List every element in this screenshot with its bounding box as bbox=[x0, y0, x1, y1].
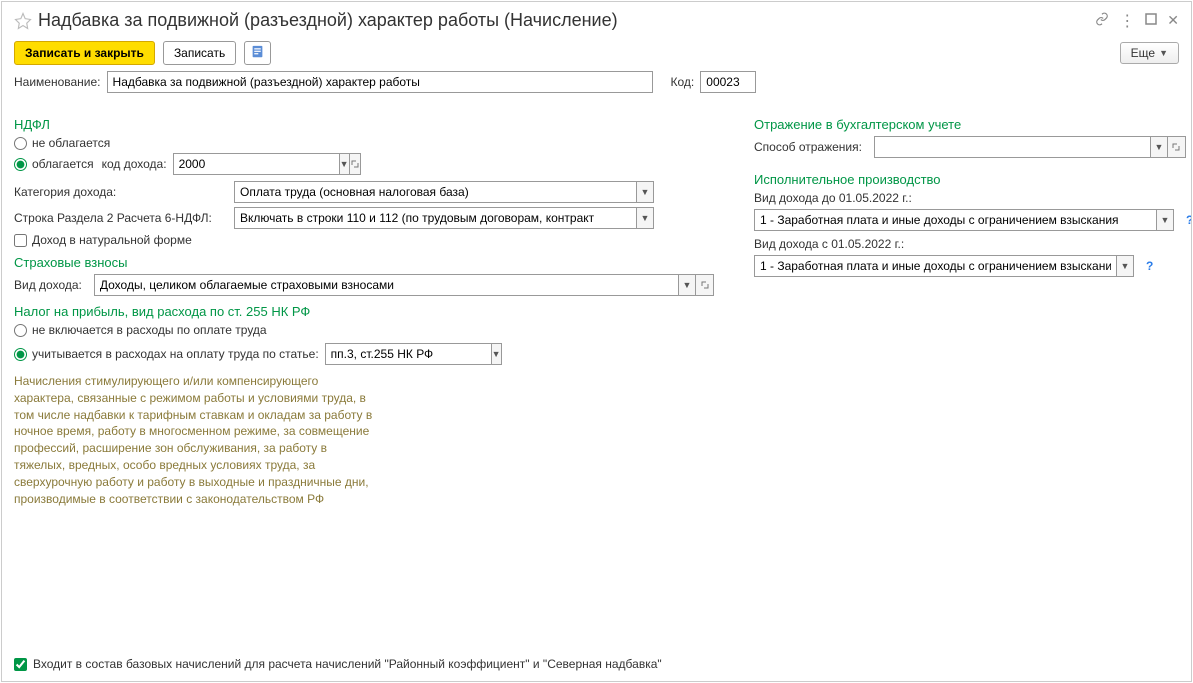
close-icon[interactable]: ✕ bbox=[1167, 12, 1179, 29]
method-open[interactable] bbox=[1168, 136, 1186, 158]
section2-dropdown[interactable]: ▼ bbox=[636, 207, 654, 229]
income-code-dropdown[interactable]: ▼ bbox=[339, 153, 350, 175]
save-button[interactable]: Записать bbox=[163, 41, 236, 65]
ndfl-section-title: НДФЛ bbox=[14, 117, 714, 132]
section2-input[interactable] bbox=[234, 207, 636, 229]
income-type-input[interactable] bbox=[94, 274, 678, 296]
accounting-section-title: Отражение в бухгалтерском учете bbox=[754, 117, 1191, 132]
name-label: Наименование: bbox=[14, 75, 101, 89]
profit-tax-description: Начисления стимулирующего и/или компенси… bbox=[14, 373, 374, 507]
maximize-icon[interactable] bbox=[1145, 13, 1157, 28]
report-button[interactable] bbox=[244, 41, 271, 65]
category-label: Категория дохода: bbox=[14, 185, 222, 199]
method-label: Способ отражения: bbox=[754, 140, 862, 154]
ndfl-not-taxed-radio[interactable] bbox=[14, 137, 27, 150]
attach-icon[interactable] bbox=[1095, 12, 1109, 29]
help-icon[interactable]: ? bbox=[1186, 213, 1191, 227]
base-accrual-checkbox[interactable] bbox=[14, 658, 27, 671]
pt-included-label: учитывается в расходах на оплату труда п… bbox=[32, 347, 319, 361]
code-input[interactable] bbox=[700, 71, 756, 93]
ndfl-taxed-radio[interactable] bbox=[14, 158, 27, 171]
category-dropdown[interactable]: ▼ bbox=[636, 181, 654, 203]
ndfl-taxed-label: облагается bbox=[32, 157, 94, 171]
method-input[interactable] bbox=[874, 136, 1150, 158]
enforcement-section-title: Исполнительное производство bbox=[754, 172, 1191, 187]
income-type-label: Вид дохода: bbox=[14, 278, 82, 292]
enforcement-after-input[interactable] bbox=[754, 255, 1116, 277]
enforcement-before-input[interactable] bbox=[754, 209, 1156, 231]
menu-dots-icon[interactable]: ⋮ bbox=[1119, 11, 1135, 31]
pt-article-input[interactable] bbox=[325, 343, 491, 365]
natural-form-label: Доход в натуральной форме bbox=[32, 233, 192, 247]
income-type-open[interactable] bbox=[696, 274, 714, 296]
category-input[interactable] bbox=[234, 181, 636, 203]
income-code-open[interactable] bbox=[350, 153, 361, 175]
income-type-dropdown[interactable]: ▼ bbox=[678, 274, 696, 296]
enforcement-after-label: Вид дохода с 01.05.2022 г.: bbox=[754, 237, 1191, 251]
pt-article-dropdown[interactable]: ▼ bbox=[491, 343, 502, 365]
more-button[interactable]: Еще ▼ bbox=[1120, 42, 1179, 64]
base-accrual-label: Входит в состав базовых начислений для р… bbox=[33, 657, 662, 671]
enforcement-before-label: Вид дохода до 01.05.2022 г.: bbox=[754, 191, 1191, 205]
name-input[interactable] bbox=[107, 71, 653, 93]
method-dropdown[interactable]: ▼ bbox=[1150, 136, 1168, 158]
help-icon[interactable]: ? bbox=[1146, 259, 1153, 273]
favorite-star-icon[interactable] bbox=[14, 12, 32, 30]
pt-included-radio[interactable] bbox=[14, 348, 27, 361]
income-code-input[interactable] bbox=[173, 153, 339, 175]
save-close-button[interactable]: Записать и закрыть bbox=[14, 41, 155, 65]
window-title: Надбавка за подвижной (разъездной) харак… bbox=[38, 10, 1095, 31]
ndfl-not-taxed-label: не облагается bbox=[32, 136, 110, 150]
income-code-label: код дохода: bbox=[102, 157, 167, 171]
code-label: Код: bbox=[671, 75, 695, 89]
insurance-section-title: Страховые взносы bbox=[14, 255, 714, 270]
enforcement-before-dropdown[interactable]: ▼ bbox=[1156, 209, 1174, 231]
profit-tax-section-title: Налог на прибыль, вид расхода по ст. 255… bbox=[14, 304, 714, 319]
section2-label: Строка Раздела 2 Расчета 6-НДФЛ: bbox=[14, 211, 222, 225]
pt-not-included-radio[interactable] bbox=[14, 324, 27, 337]
natural-form-checkbox[interactable] bbox=[14, 234, 27, 247]
enforcement-after-dropdown[interactable]: ▼ bbox=[1116, 255, 1134, 277]
chevron-down-icon: ▼ bbox=[1159, 48, 1168, 58]
pt-not-included-label: не включается в расходы по оплате труда bbox=[32, 323, 267, 337]
